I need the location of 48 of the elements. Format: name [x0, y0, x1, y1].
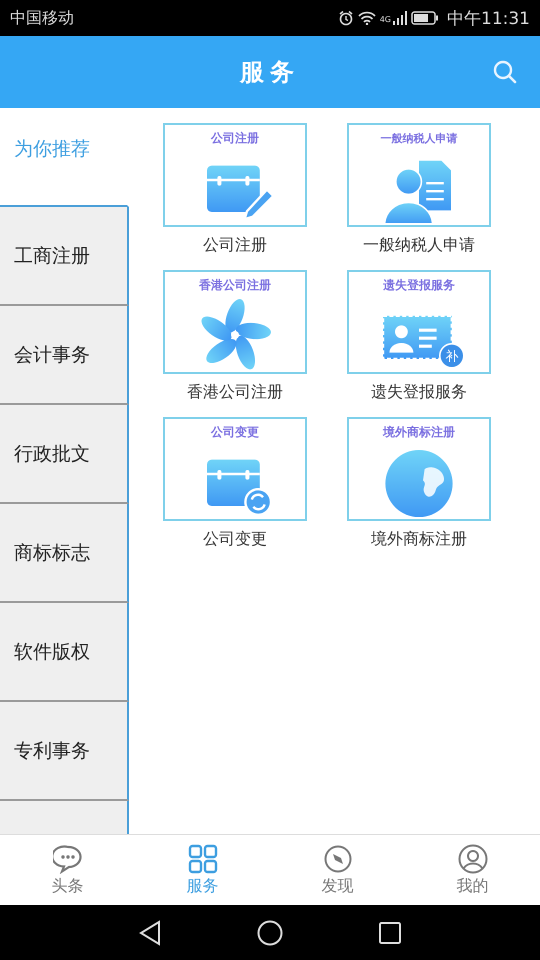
service-tile[interactable]: 公司注册 [163, 123, 307, 227]
service-label: 公司变更 [202, 529, 268, 550]
sidebar-item[interactable]: 行政批文 [0, 405, 129, 504]
sidebar-item[interactable]: 会计事务 [0, 306, 129, 405]
icon-caption: 公司变更 [211, 425, 259, 439]
service-label: 遗失登报服务 [370, 382, 468, 403]
service-tile[interactable]: 香港公司注册 [163, 270, 307, 374]
back-icon[interactable] [138, 920, 162, 946]
signal-icon [393, 11, 407, 25]
briefcase-refresh-drawing [207, 460, 272, 516]
tab-item[interactable]: 服务 [135, 835, 270, 905]
service-tile[interactable]: 一般纳税人申请 [347, 123, 491, 227]
compass-icon [322, 844, 352, 874]
grid-icon [188, 844, 218, 874]
sidebar-item[interactable]: 商标标志 [0, 504, 129, 603]
service-tile[interactable]: 公司变更 [163, 417, 307, 521]
icon-caption: 公司注册 [211, 131, 259, 145]
service-tile[interactable]: 遗失登报服务 补 [347, 270, 491, 374]
chat-bubble-icon [52, 844, 82, 874]
sidebar-item[interactable]: 专利事务 [0, 702, 129, 801]
service-tile[interactable]: 境外商标注册 [347, 417, 491, 521]
badge: 补 [439, 343, 465, 369]
clock-time: 中午11:31 [447, 8, 530, 30]
tab-item[interactable]: 头条 [0, 835, 135, 905]
icon-caption: 香港公司注册 [199, 278, 271, 292]
home-icon[interactable] [257, 920, 283, 946]
page-title: 服务 [240, 57, 300, 88]
person-document-drawing [384, 160, 451, 223]
wifi-icon [358, 11, 376, 25]
icon-caption: 境外商标注册 [383, 425, 455, 439]
icon-caption: 一般纳税人申请 [380, 132, 458, 145]
service-label: 一般纳税人申请 [362, 235, 476, 256]
icon-caption: 遗失登报服务 [383, 278, 455, 292]
alarm-icon [338, 10, 354, 26]
tab-item[interactable]: 发现 [270, 835, 405, 905]
service-label: 境外商标注册 [370, 529, 468, 550]
carrier-name: 中国移动 [10, 8, 74, 28]
battery-icon [411, 11, 439, 25]
service-label: 公司注册 [202, 235, 268, 256]
service-label: 香港公司注册 [186, 382, 284, 403]
profile-icon [458, 844, 488, 874]
flower-drawing [201, 299, 271, 370]
sidebar-item[interactable]: 软件版权 [0, 603, 129, 702]
network-type: 4G [380, 14, 391, 24]
globe-drawing [385, 450, 453, 517]
sidebar-item[interactable]: 工商注册 [0, 207, 129, 306]
tab-item[interactable]: 我的 [405, 835, 540, 905]
recents-icon[interactable] [378, 920, 402, 944]
